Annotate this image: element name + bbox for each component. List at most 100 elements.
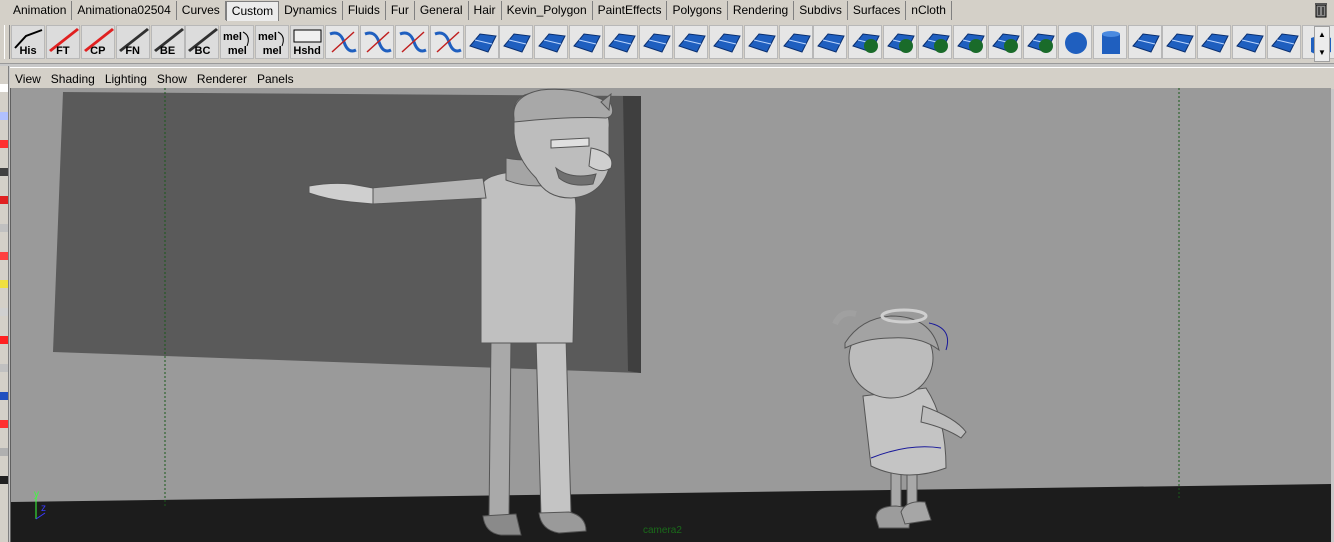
shelf-button-24[interactable] — [848, 25, 883, 59]
sphere-select-icon — [852, 33, 881, 53]
toolbox-tool-5[interactable] — [0, 224, 8, 232]
axis-z-label: z — [41, 503, 46, 514]
shelf-button-36[interactable] — [1267, 25, 1302, 59]
shelf-button-label: His — [19, 45, 37, 57]
toolbox-tool-10[interactable] — [0, 364, 8, 372]
planar-icon — [538, 33, 567, 53]
svg-text:mel: mel — [223, 31, 242, 43]
camera-label: camera2 — [643, 525, 682, 536]
shelf-button-29[interactable] — [1022, 25, 1057, 59]
prism-icon — [1201, 33, 1230, 53]
shelf-button-16[interactable] — [569, 25, 604, 59]
toolbox-tool-1[interactable] — [0, 112, 8, 120]
tab-curves[interactable]: Curves — [177, 1, 226, 20]
tab-polygons[interactable]: Polygons — [667, 1, 728, 20]
tab-rendering[interactable]: Rendering — [728, 1, 795, 20]
toolbox-tool-3[interactable] — [0, 168, 8, 176]
shelf-button-8[interactable]: Hshd — [290, 25, 325, 59]
tab-animationa02504[interactable]: Animationa02504 — [72, 1, 177, 20]
sphere-sculpt-icon — [957, 33, 985, 53]
shelf-grip[interactable] — [4, 25, 10, 59]
shelf-button-13[interactable] — [464, 25, 499, 59]
shelf-button-18[interactable] — [639, 25, 674, 59]
tab-surfaces[interactable]: Surfaces — [848, 1, 907, 20]
panel-menu-panels[interactable]: Panels — [252, 72, 299, 86]
tab-general[interactable]: General — [415, 1, 469, 20]
shelf-button-26[interactable] — [918, 25, 953, 59]
shelf-button-23[interactable] — [813, 25, 848, 59]
shelf-button-1[interactable]: FT — [45, 25, 80, 59]
shelf-button-9[interactable] — [325, 25, 360, 59]
tab-ncloth[interactable]: nCloth — [906, 1, 952, 20]
toolbox-tool-0[interactable] — [0, 84, 8, 92]
tab-fur[interactable]: Fur — [386, 1, 415, 20]
shelf-button-6[interactable]: mel mel — [220, 25, 255, 59]
shelf-button-32[interactable] — [1127, 25, 1162, 59]
shelf-button-20[interactable] — [708, 25, 743, 59]
shelf-button-19[interactable] — [673, 25, 708, 59]
toolbox-tool-11[interactable] — [0, 392, 8, 400]
toolbox-tool-8[interactable] — [0, 308, 8, 316]
grid-surface-icon — [782, 33, 811, 53]
shelf-button-3[interactable]: FN — [115, 25, 150, 59]
toolbox-tool-13[interactable] — [0, 448, 8, 456]
panel-menu-shading[interactable]: Shading — [46, 72, 100, 86]
shelf-button-30[interactable] — [1057, 25, 1092, 59]
shelf-button-7[interactable]: mel mel — [255, 25, 290, 59]
shelf-button-5[interactable]: BC — [185, 25, 220, 59]
panel-menu-view[interactable]: View — [10, 72, 46, 86]
shelf-button-12[interactable] — [429, 25, 464, 59]
trash-icon[interactable] — [1314, 2, 1328, 18]
panel-menu-renderer[interactable]: Renderer — [192, 72, 252, 86]
shelf-button-label: BC — [194, 45, 211, 57]
shelf-button-17[interactable] — [604, 25, 639, 59]
scroll-down-icon[interactable]: ▼ — [1318, 49, 1326, 57]
tab-animation[interactable]: Animation — [8, 1, 73, 20]
boolean-icon — [922, 33, 950, 53]
cylinder-icon — [1101, 31, 1120, 54]
toolbox-tool-2[interactable] — [0, 140, 8, 148]
shelf-button-11[interactable] — [394, 25, 429, 59]
bevel-icon — [608, 33, 636, 53]
tab-custom[interactable]: Custom — [225, 1, 280, 21]
scroll-up-icon[interactable]: ▲ — [1318, 31, 1326, 39]
shelf-scrollbar[interactable]: ▲ ▼ — [1314, 26, 1330, 62]
shelf-button-34[interactable] — [1197, 25, 1232, 59]
ep-curve-icon — [434, 31, 462, 53]
shelf-button-27[interactable] — [953, 25, 988, 59]
loft-icon — [468, 33, 497, 53]
panel-menu-show[interactable]: Show — [152, 72, 192, 86]
toolbox-tool-9[interactable] — [0, 336, 8, 344]
tab-kevin-polygon[interactable]: Kevin_Polygon — [502, 1, 593, 20]
tab-painteffects[interactable]: PaintEffects — [593, 1, 668, 20]
shelf-button-15[interactable] — [534, 25, 569, 59]
viewport[interactable]: camera2 y z — [10, 88, 1331, 542]
toolbox-tool-6[interactable] — [0, 252, 8, 260]
tab-subdivs[interactable]: Subdivs — [794, 1, 848, 20]
shelf-button-0[interactable]: His — [11, 25, 45, 59]
shelf-button-35[interactable] — [1232, 25, 1267, 59]
toolbox-tool-7[interactable] — [0, 280, 8, 288]
shelf-button-33[interactable] — [1162, 25, 1197, 59]
toolbox — [0, 66, 9, 542]
shelf-button-2[interactable]: CP — [80, 25, 115, 59]
tab-hair[interactable]: Hair — [469, 1, 502, 20]
toolbox-tool-14[interactable] — [0, 476, 8, 484]
shelf-button-21[interactable] — [743, 25, 778, 59]
shelf-button-4[interactable]: BE — [150, 25, 185, 59]
curve-edit-icon — [364, 31, 392, 53]
trim-icon — [643, 33, 671, 53]
scene-view — [11, 88, 1331, 542]
panel-menu-lighting[interactable]: Lighting — [100, 72, 152, 86]
tab-fluids[interactable]: Fluids — [343, 1, 386, 20]
shelf-button-22[interactable] — [778, 25, 813, 59]
shelf-button-31[interactable] — [1092, 25, 1127, 59]
shelf-button-14[interactable] — [499, 25, 534, 59]
shelf-button-10[interactable] — [359, 25, 394, 59]
toolbox-tool-4[interactable] — [0, 196, 8, 204]
panel-menu-bar: View Shading Lighting Show Renderer Panels — [10, 67, 1334, 89]
toolbox-tool-12[interactable] — [0, 420, 8, 428]
shelf-button-25[interactable] — [883, 25, 918, 59]
shelf-button-28[interactable] — [987, 25, 1022, 59]
tab-dynamics[interactable]: Dynamics — [279, 1, 343, 20]
